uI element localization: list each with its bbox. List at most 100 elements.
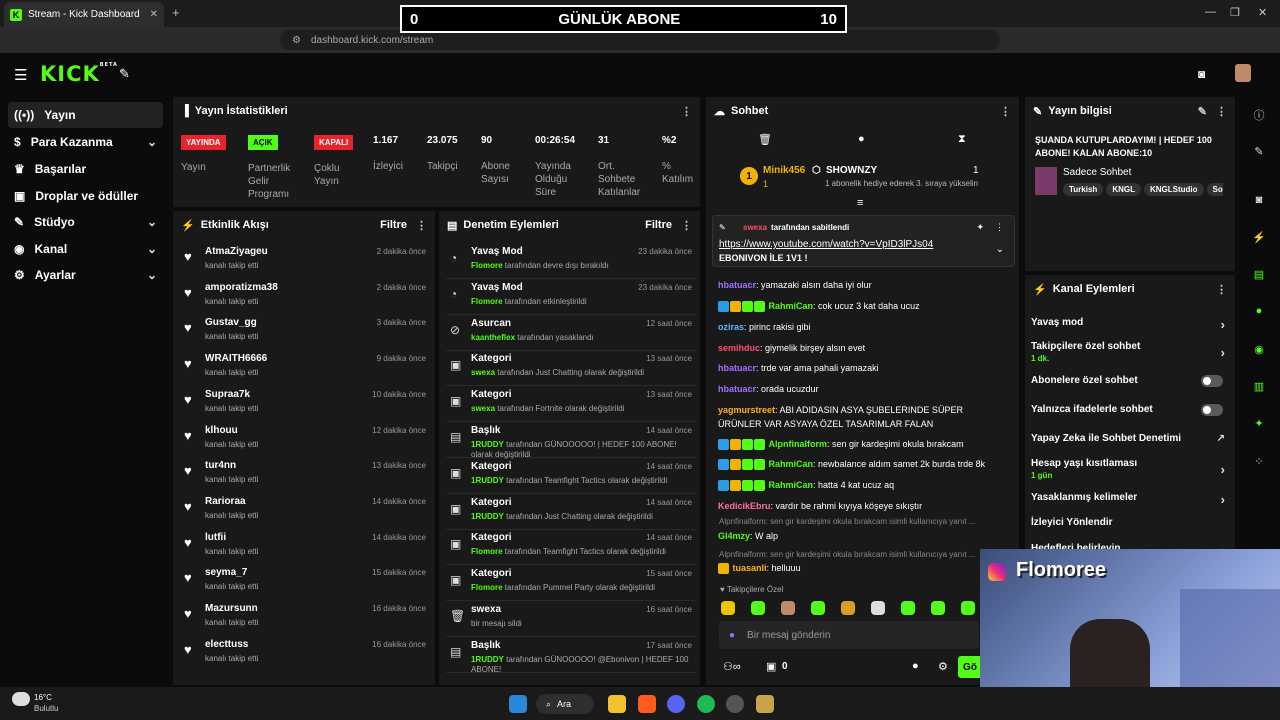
gear-icon[interactable]: ⚙ [938,660,948,673]
bolt-icon[interactable]: ⚡ [1249,227,1269,247]
pencil-icon[interactable]: ✎ [1249,141,1269,161]
sidebar-item-ayarlar[interactable]: ⚙ Ayarlar ⌄ [8,262,163,288]
obs-icon[interactable]: ◙ [1198,67,1205,81]
chat-username[interactable]: tuasanli [733,563,767,573]
emote[interactable] [811,601,825,615]
channel-action-item[interactable]: Yapay Zeka ile Sohbet Denetimi ↗ [1031,433,1229,457]
pencil-icon[interactable]: ✎ [1198,105,1207,118]
discord-icon[interactable] [667,695,685,713]
kick-logo[interactable]: KICKBETA [40,62,118,86]
channel-action-item[interactable]: Hesap yaşı kısıtlaması 1 gün › [1031,458,1229,482]
chat-username[interactable]: Alpnfinalform [769,439,828,449]
mod-user[interactable]: swexa [471,368,495,377]
wrench-icon[interactable]: ✦ [1249,413,1269,433]
emote[interactable] [721,601,735,615]
emote[interactable] [841,601,855,615]
follower-name[interactable]: WRAITH6666 [205,353,267,364]
mod-user[interactable]: Flomore [471,583,503,592]
channel-action-item[interactable]: Abonelere özel sohbet [1031,375,1229,399]
hourglass-icon[interactable]: ⧗ [958,133,966,146]
stream-tag[interactable]: Turkish [1063,183,1104,196]
chevron-down-icon[interactable]: ⌄ [996,244,1004,255]
chat-username[interactable]: RahmiCan [769,480,814,490]
site-info-icon[interactable]: ⚙ [292,35,301,46]
chat-username[interactable]: hbatuacr [718,363,756,373]
chat-settings-bubble-icon[interactable]: ● [912,660,919,672]
channel-action-item[interactable]: Yavaş mod › [1031,317,1229,341]
stream-tag[interactable]: KNGL [1106,183,1141,196]
follower-name[interactable]: amporatizma38 [205,282,278,293]
spotify-icon[interactable] [697,695,715,713]
mod-user[interactable]: 1RUDDY [471,655,504,664]
expand-icon[interactable]: ≡ [857,197,863,209]
obs-icon[interactable]: ◙ [1249,190,1269,210]
toggle-switch[interactable] [1201,375,1223,387]
send-button[interactable]: Gö [958,656,982,678]
channel-action-item[interactable]: Yasaklanmış kelimeler › [1031,492,1229,516]
chat-username[interactable]: Gl4mzy [718,531,750,541]
sidebar-item-kanal[interactable]: ◉ Kanal ⌄ [8,236,163,262]
channel-action-item[interactable]: Yalnızca ifadelerle sohbet [1031,404,1229,428]
league-icon[interactable] [756,695,774,713]
more-icon[interactable]: ⋮ [681,105,692,118]
chat-bubble-icon[interactable]: ● [858,133,865,145]
weather-temp[interactable]: 16°C [34,693,52,702]
people-icon[interactable]: ⚇∞ [723,660,741,673]
more-icon[interactable]: ⋮ [681,219,692,232]
emote[interactable] [871,601,885,615]
filter-button[interactable]: Filtre [380,219,407,231]
new-tab-icon[interactable]: + [172,5,180,20]
chat-username[interactable]: KedicikEbru [718,501,771,511]
chat-input[interactable]: ● Bir mesaj gönderin [719,621,979,649]
sidebar-item-para-kazanma[interactable]: $ Para Kazanma ⌄ [8,129,163,155]
info-icon[interactable]: ⓘ [1249,105,1269,125]
chat-icon[interactable]: ● [1249,301,1269,321]
mod-user[interactable]: swexa [471,404,495,413]
sidebar-item-yayin[interactable]: ((•)) Yayın [8,102,163,128]
follower-name[interactable]: lutfii [205,532,226,543]
sidebar-item-studyo[interactable]: ✎ Stüdyo ⌄ [8,209,163,235]
more-icon[interactable]: ⋮ [995,222,1004,233]
chat-username[interactable]: hbatuacr [718,280,756,290]
pinned-link[interactable]: https://www.youtube.com/watch?v=VpID3lPJ… [719,239,933,250]
brave-icon[interactable] [638,695,656,713]
emote[interactable] [781,601,795,615]
emote[interactable] [931,601,945,615]
category-name[interactable]: Sadece Sohbet [1063,167,1131,178]
windows-start-icon[interactable] [509,695,527,713]
trash-icon[interactable]: 🗑 [758,133,772,146]
top-gifter-name[interactable]: Minik456 [763,165,805,176]
hamburger-menu-icon[interactable]: ☰ [14,66,27,84]
follower-name[interactable]: Gustav_gg [205,317,257,328]
broadcast-icon[interactable]: ◉ [1249,339,1269,359]
chat-username[interactable]: hbatuacr [718,384,756,394]
mod-user[interactable]: Flomore [471,297,503,306]
follower-name[interactable]: Supraa7k [205,389,250,400]
mod-user[interactable]: Flomore [471,261,503,270]
follower-name[interactable]: electtuss [205,639,248,650]
stack-icon[interactable]: ▥ [1249,376,1269,396]
browser-tab[interactable]: K Stream - Kick Dashboard ✕ [4,2,164,27]
chat-username[interactable]: semihduc [718,343,760,353]
channel-action-item[interactable]: Takipçilere özel sohbet 1 dk. › [1031,341,1229,365]
document-icon[interactable]: ▤ [1249,264,1269,284]
follower-name[interactable]: klhouu [205,425,238,436]
taskbar-search[interactable]: ⌕ Ara [536,694,594,714]
emote[interactable] [961,601,975,615]
follower-name[interactable]: Mazursunn [205,603,258,614]
chat-username[interactable]: oziras [718,322,744,332]
toggle-switch[interactable] [1201,404,1223,416]
minimize-icon[interactable]: — [1205,6,1216,18]
mod-user[interactable]: 1RUDDY [471,440,504,449]
chat-username[interactable]: yagmurstreet [718,405,775,415]
close-tab-icon[interactable]: ✕ [150,9,158,20]
mod-user[interactable]: kaantheflex [471,333,515,342]
mod-user[interactable]: Flomore [471,547,503,556]
more-icon[interactable]: ⋮ [1216,105,1227,118]
mod-user[interactable]: 1RUDDY [471,512,504,521]
treasure-icon[interactable]: ▣ [766,660,776,673]
maximize-icon[interactable]: ❐ [1230,6,1240,19]
file-explorer-icon[interactable] [608,695,626,713]
more-icon[interactable]: ⋮ [416,219,427,232]
follower-name[interactable]: Rarioraa [205,496,246,507]
